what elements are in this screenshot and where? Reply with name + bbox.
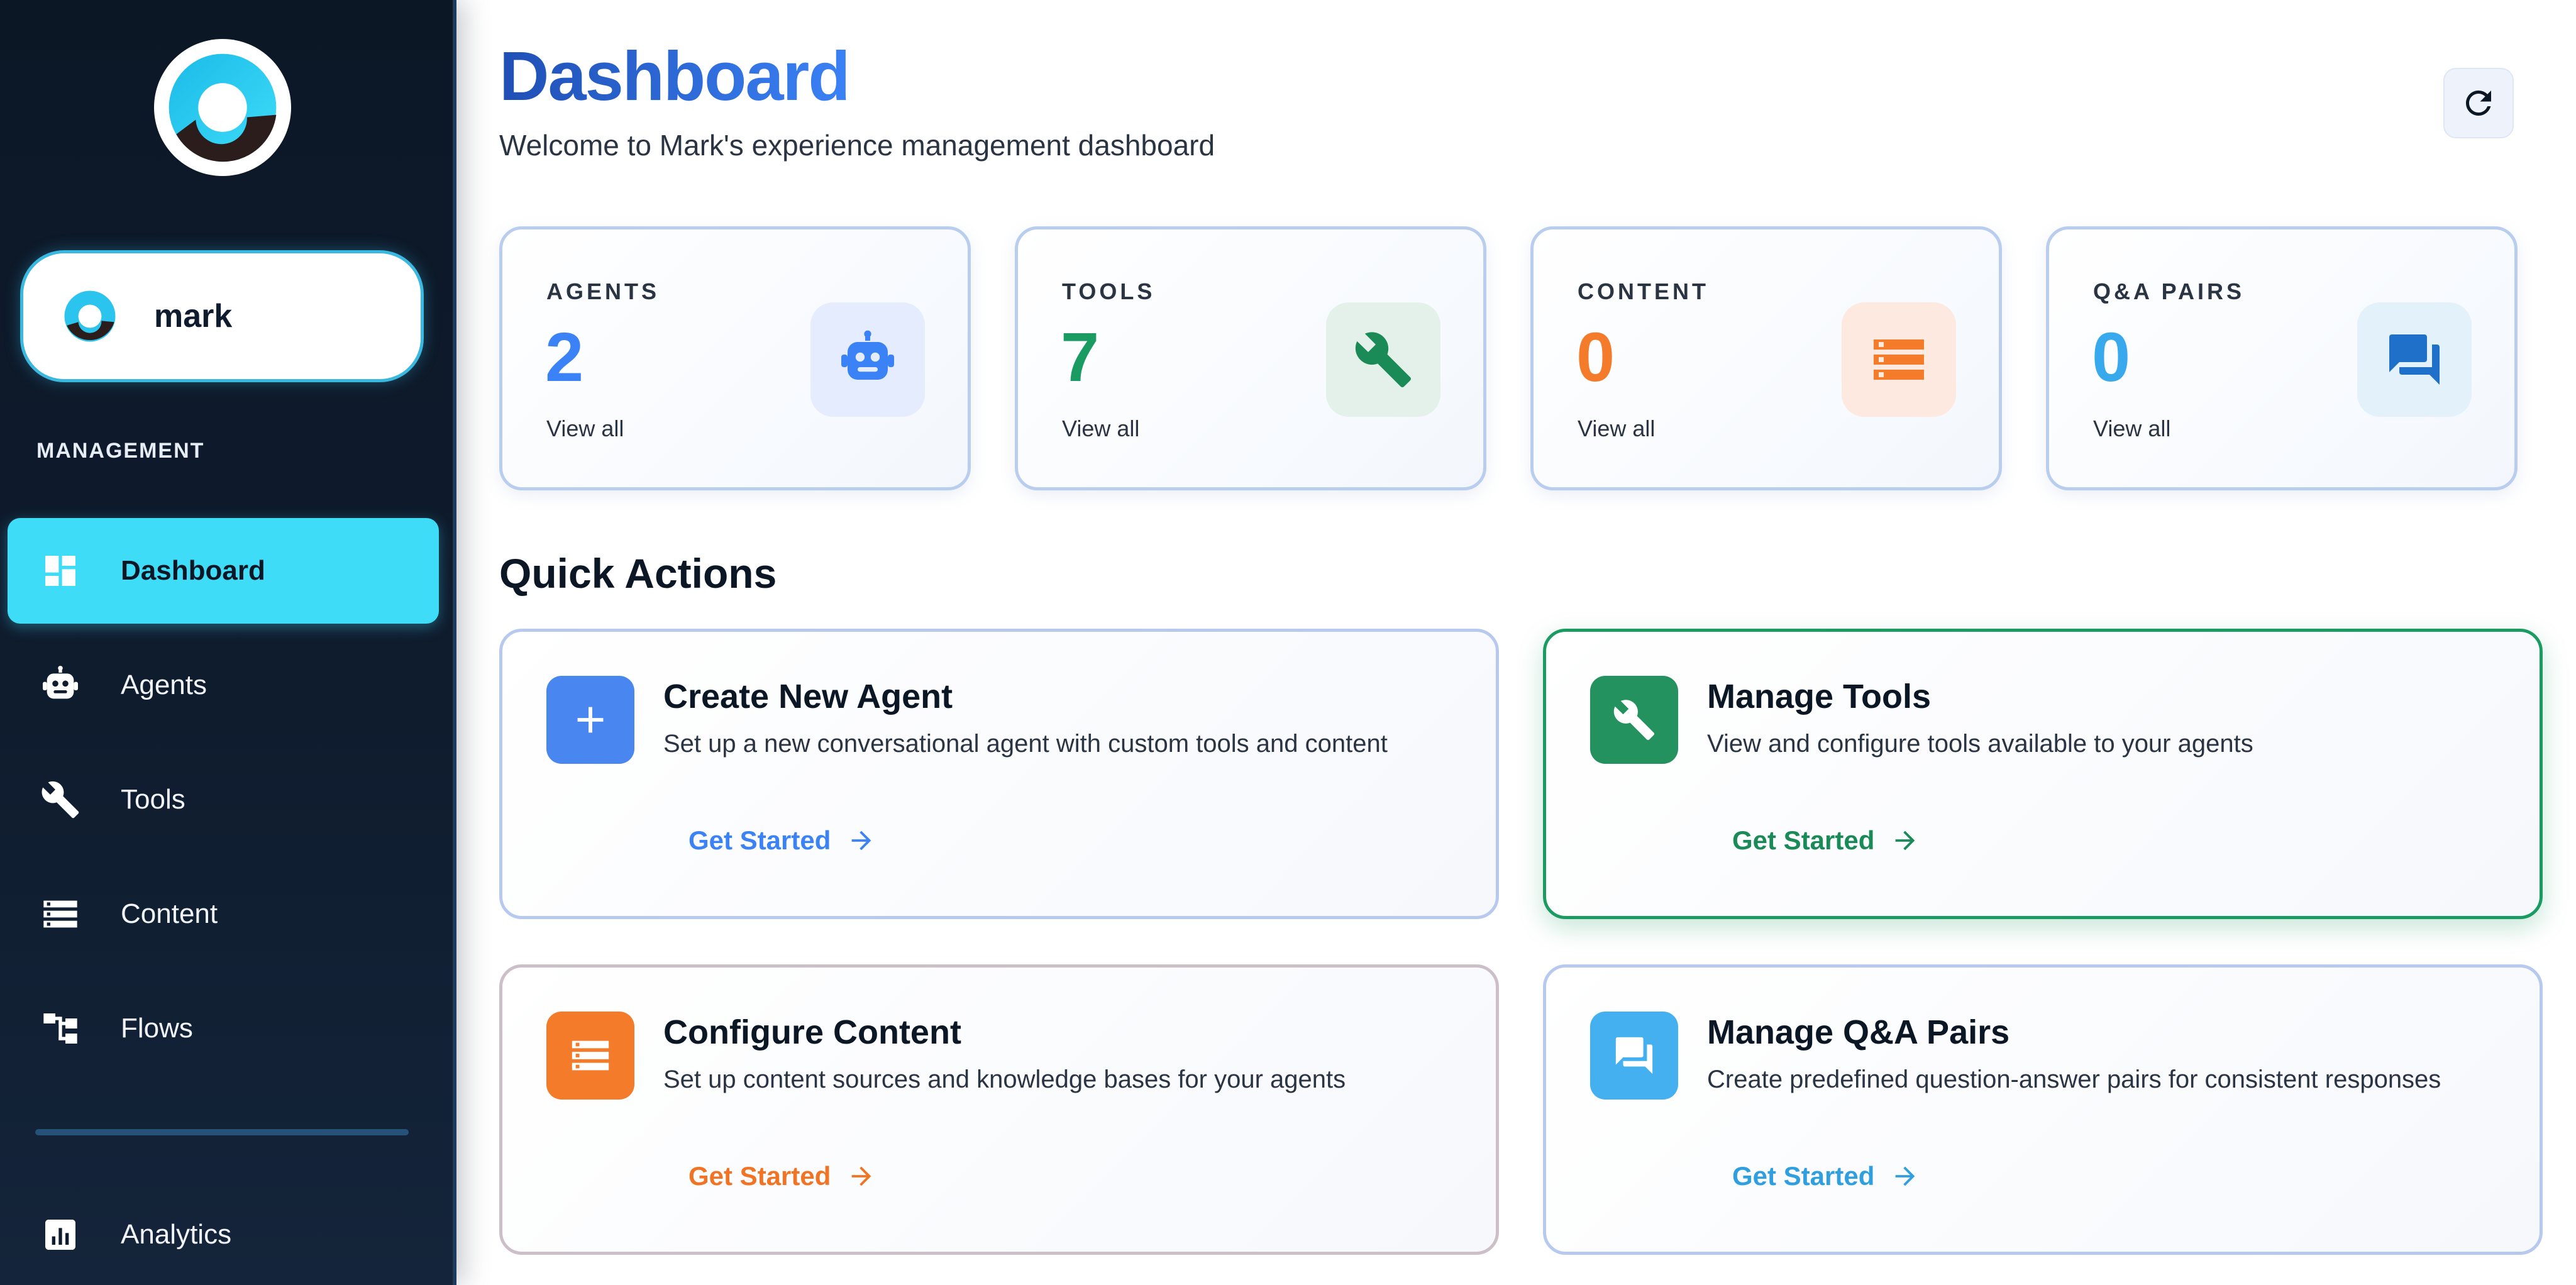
stat-card-content[interactable]: CONTENT 0 View all bbox=[1530, 226, 2002, 490]
sidebar-item-agents[interactable]: Agents bbox=[8, 632, 439, 738]
get-started-label: Get Started bbox=[688, 825, 831, 855]
action-title: Manage Tools bbox=[1707, 678, 1932, 715]
sidebar-item-tools[interactable]: Tools bbox=[8, 747, 439, 852]
action-description: Set up a new conversational agent with c… bbox=[663, 730, 1388, 758]
user-profile-card[interactable]: mark bbox=[20, 250, 424, 382]
get-started-link[interactable]: Get Started bbox=[688, 1156, 876, 1196]
chat-icon bbox=[2357, 302, 2472, 417]
get-started-label: Get Started bbox=[688, 1161, 831, 1191]
stat-value: 0 bbox=[1576, 319, 1615, 396]
get-started-link[interactable]: Get Started bbox=[688, 820, 876, 861]
sidebar-item-label: Agents bbox=[121, 670, 207, 700]
action-description: Create predefined question-answer pairs … bbox=[1707, 1066, 2441, 1093]
robot-icon bbox=[40, 665, 80, 705]
stat-label: CONTENT bbox=[1578, 279, 1709, 304]
chat-icon bbox=[1590, 1012, 1678, 1100]
storage-icon bbox=[40, 894, 80, 934]
arrow-right-icon bbox=[852, 1166, 871, 1186]
view-all-link[interactable]: View all bbox=[1062, 416, 1139, 442]
user-name: mark bbox=[154, 298, 233, 334]
sidebar-divider bbox=[35, 1129, 409, 1135]
sidebar-item-flows[interactable]: Flows bbox=[8, 976, 439, 1081]
robot-icon bbox=[810, 302, 925, 417]
stat-label: AGENTS bbox=[546, 279, 660, 304]
action-title: Create New Agent bbox=[663, 678, 953, 715]
wrench-icon bbox=[1326, 302, 1440, 417]
action-description: View and configure tools available to yo… bbox=[1707, 730, 2253, 758]
section-label-management: MANAGEMENT bbox=[36, 439, 205, 463]
flow-icon bbox=[40, 1008, 80, 1049]
logo-icon bbox=[169, 53, 277, 162]
action-card-create-agent[interactable]: Create New Agent Set up a new conversati… bbox=[499, 629, 1499, 919]
wrench-icon bbox=[1590, 676, 1678, 764]
stat-value: 7 bbox=[1061, 319, 1100, 396]
refresh-button[interactable] bbox=[2443, 68, 2514, 138]
stat-label: Q&A PAIRS bbox=[2093, 279, 2245, 304]
storage-icon bbox=[546, 1012, 634, 1100]
analytics-icon bbox=[40, 1215, 80, 1255]
avatar bbox=[64, 290, 116, 342]
wrench-icon bbox=[40, 780, 80, 820]
view-all-link[interactable]: View all bbox=[546, 416, 624, 442]
sidebar-item-label: Tools bbox=[121, 784, 185, 815]
view-all-link[interactable]: View all bbox=[2093, 416, 2170, 442]
action-title: Manage Q&A Pairs bbox=[1707, 1013, 2010, 1051]
action-card-manage-tools[interactable]: Manage Tools View and configure tools av… bbox=[1543, 629, 2543, 919]
stat-card-qa-pairs[interactable]: Q&A PAIRS 0 View all bbox=[2046, 226, 2518, 490]
sidebar: mark MANAGEMENT Dashboard Agents Tools C… bbox=[0, 0, 456, 1285]
stat-card-agents[interactable]: AGENTS 2 View all bbox=[499, 226, 971, 490]
plus-icon bbox=[546, 676, 634, 764]
sidebar-item-label: Analytics bbox=[121, 1219, 232, 1250]
storage-icon bbox=[1842, 302, 1956, 417]
stat-label: TOOLS bbox=[1062, 279, 1156, 304]
sidebar-item-label: Dashboard bbox=[121, 555, 265, 586]
main-content: Dashboard Welcome to Mark's experience m… bbox=[456, 0, 2576, 1285]
get-started-label: Get Started bbox=[1732, 825, 1875, 855]
get-started-label: Get Started bbox=[1732, 1161, 1875, 1191]
arrow-right-icon bbox=[1896, 830, 1915, 851]
sidebar-item-label: Content bbox=[121, 898, 218, 929]
action-card-configure-content[interactable]: Configure Content Set up content sources… bbox=[499, 964, 1499, 1255]
sidebar-item-dashboard[interactable]: Dashboard bbox=[8, 518, 439, 624]
stat-card-tools[interactable]: TOOLS 7 View all bbox=[1015, 226, 1486, 490]
page-title: Dashboard bbox=[499, 38, 851, 115]
arrow-right-icon bbox=[852, 830, 871, 851]
page-subtitle: Welcome to Mark's experience management … bbox=[499, 129, 1215, 162]
sidebar-item-analytics[interactable]: Analytics bbox=[8, 1182, 439, 1285]
action-description: Set up content sources and knowledge bas… bbox=[663, 1066, 1346, 1093]
sidebar-item-label: Flows bbox=[121, 1013, 193, 1044]
get-started-link[interactable]: Get Started bbox=[1732, 1156, 1920, 1196]
action-title: Configure Content bbox=[663, 1013, 961, 1051]
refresh-icon bbox=[2466, 91, 2491, 116]
stat-value: 2 bbox=[545, 319, 584, 396]
app-logo[interactable] bbox=[154, 39, 291, 176]
get-started-link[interactable]: Get Started bbox=[1732, 820, 1920, 861]
action-card-manage-qa-pairs[interactable]: Manage Q&A Pairs Create predefined quest… bbox=[1543, 964, 2543, 1255]
stat-value: 0 bbox=[2092, 319, 2131, 396]
arrow-right-icon bbox=[1896, 1166, 1915, 1186]
sidebar-item-content[interactable]: Content bbox=[8, 861, 439, 967]
quick-actions-title: Quick Actions bbox=[499, 550, 777, 597]
view-all-link[interactable]: View all bbox=[1578, 416, 1655, 442]
dashboard-icon bbox=[40, 551, 80, 591]
